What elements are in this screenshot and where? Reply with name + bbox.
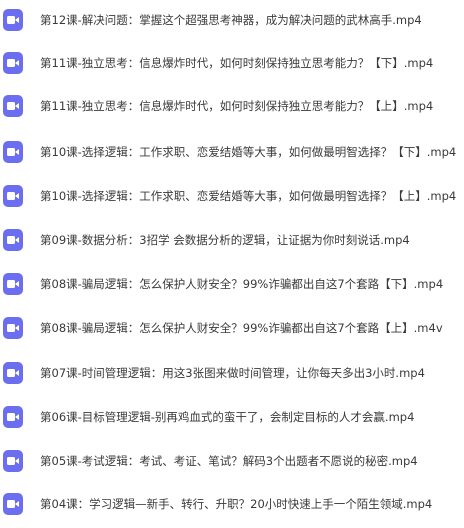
file-row[interactable]: 第12课-解决问题：掌握这个超强思考神器，成为解决问题的武林高手.mp4 <box>0 0 464 44</box>
video-file-icon <box>3 185 23 207</box>
video-file-icon <box>3 9 23 31</box>
file-row[interactable]: 第10课-选择逻辑：工作求职、恋爱结婚等大事，如何做最明智选择？【下】.mp4 <box>0 132 464 176</box>
file-row[interactable]: 第11课-独立思考：信息爆炸时代，如何时刻保持独立思考能力？【上】.mp4 <box>0 86 464 130</box>
video-file-icon <box>3 317 23 339</box>
video-file-icon <box>3 95 23 117</box>
video-file-icon <box>3 450 23 472</box>
file-name: 第08课-骗局逻辑：怎么保护人财安全？99%诈骗都出自这7个套路【下】.mp4 <box>40 277 444 291</box>
file-row[interactable]: 第10课-选择逻辑：工作求职、恋爱结婚等大事，如何做最明智选择？【上】.mp4 <box>0 176 464 220</box>
file-name: 第08课-骗局逻辑：怎么保护人财安全？99%诈骗都出自这7个套路【上】.m4v <box>40 321 443 335</box>
file-name: 第12课-解决问题：掌握这个超强思考神器，成为解决问题的武林高手.mp4 <box>40 13 422 27</box>
video-file-icon <box>3 273 23 295</box>
video-file-icon <box>3 52 23 74</box>
video-file-icon <box>3 362 23 384</box>
file-row[interactable]: 第09课-数据分析：3招学 会数据分析的逻辑，让证据为你时刻说话.mp4 <box>0 220 464 264</box>
file-name: 第10课-选择逻辑：工作求职、恋爱结婚等大事，如何做最明智选择？【上】.mp4 <box>40 189 457 203</box>
file-name: 第04课：学习逻辑—新手、转行、升职？20小时快速上手一个陌生领域.mp4 <box>40 497 433 511</box>
file-name: 第09课-数据分析：3招学 会数据分析的逻辑，让证据为你时刻说话.mp4 <box>40 233 410 247</box>
file-name: 第11课-独立思考：信息爆炸时代，如何时刻保持独立思考能力？【下】.mp4 <box>40 56 434 70</box>
file-name: 第07课-时间管理逻辑：用这3张图来做时间管理，让你每天多出3小时.mp4 <box>40 366 425 380</box>
file-row[interactable]: 第06课-目标管理逻辑-别再鸡血式的蛮干了，会制定目标的人才会赢.mp4 <box>0 397 464 441</box>
file-list: 第12课-解决问题：掌握这个超强思考神器，成为解决问题的武林高手.mp4 第11… <box>0 0 464 528</box>
file-row[interactable]: 第04课：学习逻辑—新手、转行、升职？20小时快速上手一个陌生领域.mp4 <box>0 484 464 528</box>
file-name: 第11课-独立思考：信息爆炸时代，如何时刻保持独立思考能力？【上】.mp4 <box>40 99 434 113</box>
file-row[interactable]: 第11课-独立思考：信息爆炸时代，如何时刻保持独立思考能力？【下】.mp4 <box>0 43 464 87</box>
video-file-icon <box>3 493 23 515</box>
file-name: 第05课-考试逻辑：考试、考证、笔试？解码3个出题者不愿说的秘密.mp4 <box>40 454 418 468</box>
file-name: 第06课-目标管理逻辑-别再鸡血式的蛮干了，会制定目标的人才会赢.mp4 <box>40 410 415 424</box>
video-file-icon <box>3 406 23 428</box>
file-row[interactable]: 第05课-考试逻辑：考试、考证、笔试？解码3个出题者不愿说的秘密.mp4 <box>0 441 464 485</box>
file-name: 第10课-选择逻辑：工作求职、恋爱结婚等大事，如何做最明智选择？【下】.mp4 <box>40 145 457 159</box>
video-file-icon <box>3 141 23 163</box>
video-file-icon <box>3 229 23 251</box>
file-row[interactable]: 第08课-骗局逻辑：怎么保护人财安全？99%诈骗都出自这7个套路【上】.m4v <box>0 308 464 352</box>
file-row[interactable]: 第08课-骗局逻辑：怎么保护人财安全？99%诈骗都出自这7个套路【下】.mp4 <box>0 264 464 308</box>
file-row[interactable]: 第07课-时间管理逻辑：用这3张图来做时间管理，让你每天多出3小时.mp4 <box>0 353 464 397</box>
